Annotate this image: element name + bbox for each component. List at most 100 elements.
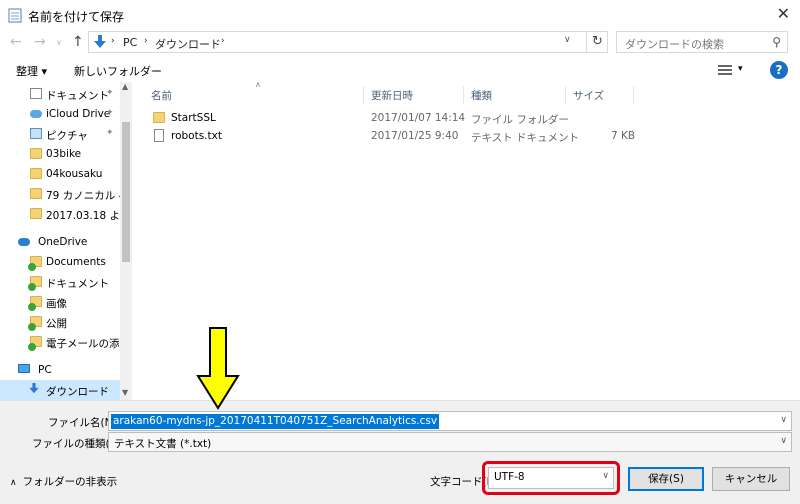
pin-icon[interactable]: ✦ [106, 128, 114, 138]
sidebar-item-03bike[interactable]: 03bike [0, 144, 120, 164]
scroll-down-icon[interactable]: ▼ [122, 388, 128, 397]
close-icon[interactable]: ✕ [777, 4, 790, 23]
pin-icon[interactable]: ✦ [106, 88, 114, 98]
download-icon [94, 35, 106, 48]
scroll-up-icon[interactable]: ▲ [122, 82, 128, 91]
filetype-value: テキスト文書 (*.txt) [114, 438, 212, 450]
folder-icon [30, 148, 42, 159]
sidebar-item-downloads[interactable]: ダウンロード [0, 380, 120, 400]
breadcrumb-pc[interactable]: PC [123, 36, 137, 49]
file-date: 2017/01/07 14:14 [371, 112, 466, 124]
folder-icon [153, 112, 165, 123]
annotation-highlight-box [482, 461, 620, 495]
file-date: 2017/01/25 9:40 [371, 130, 459, 142]
sidebar-item-label: ダウンロード [46, 386, 109, 398]
onedrive-icon [18, 238, 30, 246]
organize-button[interactable]: 整理 ▾ [16, 63, 47, 79]
cancel-button[interactable]: キャンセル [712, 467, 790, 491]
sidebar-item-label: 2017.03.18 より [46, 210, 120, 222]
new-folder-button[interactable]: 新しいフォルダー [74, 63, 162, 79]
chevron-right-icon: › [144, 36, 148, 46]
chevron-down-icon[interactable]: ∨ [564, 35, 571, 45]
sort-ascending-icon: ∧ [255, 80, 261, 89]
sidebar-item-04kousaku[interactable]: 04kousaku [0, 164, 120, 184]
chevron-down-icon[interactable]: ∨ [780, 415, 787, 425]
sidebar-item-documents[interactable]: ドキュメント ✦ [0, 84, 120, 104]
chevron-down-icon[interactable]: ∨ [780, 436, 787, 446]
address-bar[interactable]: › PC › ダウンロード › ∨ ↻ [88, 31, 608, 53]
sync-check-icon [28, 283, 36, 291]
column-divider[interactable] [363, 86, 364, 104]
sidebar-item-label: 画像 [46, 298, 67, 310]
sidebar-item-od-docs-jp[interactable]: ドキュメント [0, 272, 120, 292]
chevron-up-icon: ∧ [10, 478, 17, 488]
chevron-down-icon[interactable]: ▾ [738, 64, 743, 74]
sidebar-item-label: 79 カノニカル ペー [46, 190, 120, 202]
annotation-arrow-icon [196, 327, 240, 410]
sidebar-item-od-attachments[interactable]: 電子メールの添付 [0, 332, 120, 352]
sidebar-item-label: Documents [46, 256, 106, 268]
sidebar-item-onedrive[interactable]: OneDrive [0, 232, 120, 252]
table-row[interactable]: StartSSL 2017/01/07 14:14 ファイル フォルダー [133, 108, 800, 128]
document-icon [30, 88, 42, 99]
forward-arrow-icon[interactable]: → [34, 34, 46, 50]
column-header-date[interactable]: 更新日時 [371, 88, 413, 103]
address-row: ← → ∨ ↑ › PC › ダウンロード › ∨ ↻ ダウンロードの検索 ⚲ [0, 30, 800, 56]
search-icon[interactable]: ⚲ [772, 35, 781, 49]
filename-value: arakan60-mydns-jp_20170411T040751Z_Searc… [111, 414, 440, 429]
sidebar-item-pictures[interactable]: ピクチャ ✦ [0, 124, 120, 144]
sidebar-item-label: OneDrive [38, 236, 88, 248]
filetype-select[interactable]: テキスト文書 (*.txt) ∨ [108, 432, 792, 452]
sidebar-item-label: 公開 [46, 318, 67, 330]
column-divider[interactable] [565, 86, 566, 104]
chevron-right-icon[interactable]: › [221, 36, 225, 46]
sync-check-icon [28, 323, 36, 331]
search-placeholder: ダウンロードの検索 [625, 38, 724, 51]
hide-folders-toggle[interactable]: ∧ フォルダーの非表示 [10, 474, 117, 489]
title-bar: 名前を付けて保存 ✕ [0, 0, 800, 30]
cloud-icon [30, 110, 42, 118]
recent-dropdown-icon[interactable]: ∨ [56, 38, 62, 47]
sidebar-scrollbar[interactable]: ▲ ▼ [120, 82, 132, 400]
sidebar-item-od-public[interactable]: 公開 [0, 312, 120, 332]
pin-icon[interactable]: ✦ [106, 108, 114, 118]
column-header-type[interactable]: 種類 [471, 88, 492, 103]
sidebar-item-label: 04kousaku [46, 168, 103, 180]
table-row[interactable]: robots.txt 2017/01/25 9:40 テキスト ドキュメント 7… [133, 126, 800, 146]
file-type: ファイル フォルダー [471, 114, 569, 126]
folder-icon [30, 188, 42, 199]
save-button[interactable]: 保存(S) [628, 467, 704, 491]
file-type: テキスト ドキュメント [471, 132, 580, 144]
search-input[interactable]: ダウンロードの検索 ⚲ [616, 31, 788, 53]
refresh-icon[interactable]: ↻ [586, 31, 608, 53]
sync-check-icon [28, 343, 36, 351]
up-arrow-icon[interactable]: ↑ [72, 34, 84, 50]
column-divider[interactable] [633, 86, 634, 104]
pc-icon [18, 364, 30, 373]
help-icon[interactable]: ? [770, 61, 788, 79]
folder-icon [30, 208, 42, 219]
view-options-icon[interactable] [718, 65, 732, 75]
command-bar: 整理 ▾ 新しいフォルダー ▾ ? [0, 58, 800, 82]
sidebar-item-79[interactable]: 79 カノニカル ペー [0, 184, 120, 204]
sidebar-item-label: ドキュメント [46, 278, 109, 290]
column-header-size[interactable]: サイズ [573, 88, 604, 103]
sidebar-item-icloud-drive[interactable]: iCloud Drive ✦ [0, 104, 120, 124]
chevron-right-icon: › [111, 36, 115, 46]
breadcrumb-downloads[interactable]: ダウンロード [155, 36, 221, 52]
scrollbar-thumb[interactable] [122, 122, 130, 262]
sidebar-item-od-documents[interactable]: Documents [0, 252, 120, 272]
sidebar-item-label: 電子メールの添付 [46, 338, 120, 350]
hide-folders-label: フォルダーの非表示 [22, 476, 118, 488]
sidebar-item-pc[interactable]: PC [0, 360, 120, 380]
notepad-icon [8, 8, 22, 23]
back-arrow-icon[interactable]: ← [10, 34, 22, 50]
pictures-icon [30, 128, 42, 139]
sidebar-item-od-images[interactable]: 画像 [0, 292, 120, 312]
filename-input[interactable]: arakan60-mydns-jp_20170411T040751Z_Searc… [108, 411, 792, 431]
column-divider[interactable] [463, 86, 464, 104]
column-header-name[interactable]: 名前 [151, 88, 172, 103]
sidebar-item-label: PC [38, 364, 52, 376]
folder-icon [30, 168, 42, 179]
sidebar-item-20170318[interactable]: 2017.03.18 より [0, 204, 120, 224]
